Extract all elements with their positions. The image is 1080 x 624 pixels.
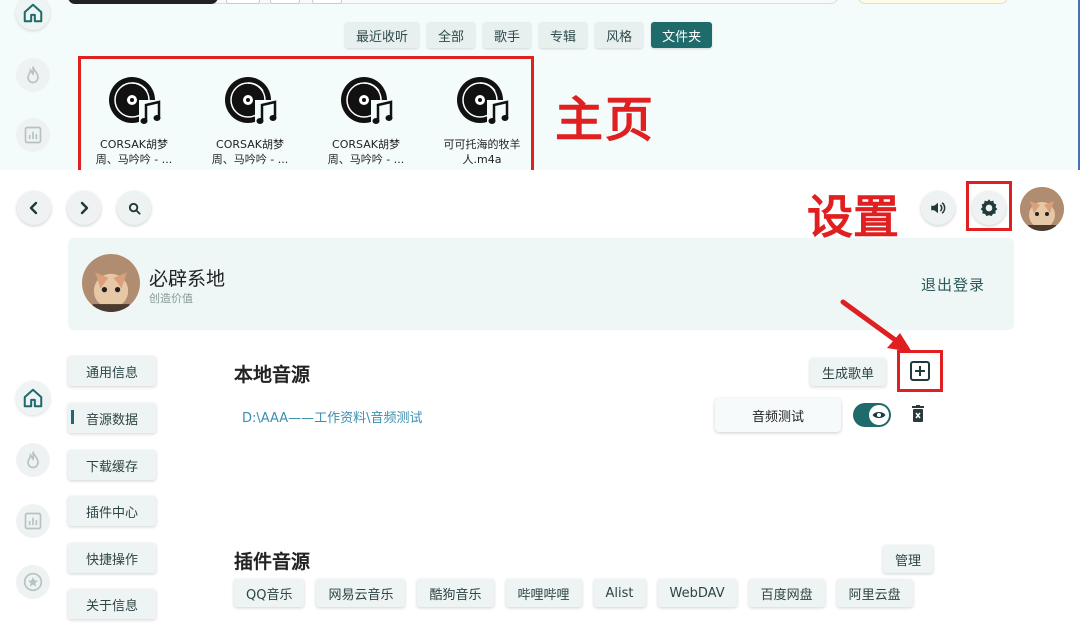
plugin-chip[interactable]: 网易云音乐 [316, 579, 406, 607]
profile-card: 必辟系地 创造价值 退出登录 [68, 238, 1014, 330]
rail-home-button[interactable] [16, 381, 50, 415]
forward-icon [80, 201, 89, 215]
plugin-chip[interactable]: QQ音乐 [234, 579, 305, 607]
hero-chip [312, 0, 342, 4]
gear-icon [980, 199, 998, 217]
star-icon [23, 572, 43, 592]
disc-icon [455, 75, 511, 129]
rail-fire-button[interactable] [16, 58, 50, 92]
filter-album[interactable]: 专辑 [539, 22, 588, 48]
rail-home-button[interactable] [16, 0, 50, 30]
plugin-chip[interactable]: 酷狗音乐 [417, 579, 494, 607]
hero-banner-right [858, 0, 1008, 4]
album-name: CORSAK胡梦 周、马吟吟 - ... [95, 138, 173, 166]
logout-link[interactable]: 退出登录 [921, 274, 985, 295]
plus-icon[interactable] [909, 360, 931, 382]
chart-icon [24, 512, 42, 530]
volume-icon [931, 202, 946, 214]
annotation-home-label: 主页 [555, 92, 656, 148]
plugin-source-title: 插件音源 [234, 551, 311, 573]
user-subtitle: 创造价值 [149, 292, 193, 305]
album-name: 可可托海的牧羊 人.m4a [443, 138, 521, 166]
sidebar-item-download[interactable]: 下载缓存 [68, 450, 156, 480]
disc-icon [339, 75, 395, 129]
home-icon [23, 388, 43, 408]
sidebar-item-general[interactable]: 通用信息 [68, 356, 156, 386]
plugin-chip[interactable]: Alist [593, 579, 646, 607]
album-item[interactable]: 可可托海的牧羊 人.m4a [427, 75, 537, 167]
hero-chip [270, 0, 300, 4]
back-icon [29, 201, 38, 215]
album-item[interactable]: CORSAK胡梦 周、马吟吟 - ... [195, 75, 305, 167]
disc-icon [107, 75, 163, 129]
rail-fire-button[interactable] [16, 443, 50, 477]
manage-plugins-button[interactable]: 管理 [883, 545, 934, 573]
avatar[interactable] [1020, 187, 1064, 231]
avatar [82, 254, 140, 312]
album-item[interactable]: CORSAK胡梦 周、马吟吟 - ... [311, 75, 421, 167]
eye-icon [872, 411, 886, 419]
delete-source-button[interactable] [910, 405, 926, 427]
rail-chart-button[interactable] [16, 504, 50, 538]
sidebar-item-shortcuts[interactable]: 快捷操作 [68, 543, 156, 573]
plugin-chip[interactable]: 哔哩哔哩 [505, 579, 582, 607]
disc-icon [223, 75, 279, 129]
search-icon [128, 202, 141, 215]
filter-all[interactable]: 全部 [427, 22, 476, 48]
album-name: CORSAK胡梦 周、马吟吟 - ... [211, 138, 289, 166]
album-name: CORSAK胡梦 周、马吟吟 - ... [327, 138, 405, 166]
filter-recent[interactable]: 最近收听 [345, 22, 420, 48]
fire-icon [27, 451, 39, 469]
plugin-list: QQ音乐 网易云音乐 酷狗音乐 哔哩哔哩 Alist WebDAV 百度网盘 阿… [234, 579, 913, 607]
hero-banner-dark [68, 0, 218, 4]
forward-button[interactable] [67, 191, 101, 225]
album-item[interactable]: CORSAK胡梦 周、马吟吟 - ... [79, 75, 189, 167]
fire-icon [27, 66, 39, 84]
chart-icon [24, 126, 42, 144]
trash-icon [912, 405, 924, 422]
sidebar-item-sources[interactable]: 音源数据 [68, 403, 156, 433]
home-icon [23, 3, 43, 23]
rail-star-button[interactable] [16, 565, 50, 599]
back-button[interactable] [17, 191, 51, 225]
username: 必辟系地 [149, 268, 226, 290]
hero-chip [226, 0, 260, 4]
home-screenshot-panel: 最近收听 全部 歌手 专辑 风格 文件夹 CORSAK胡梦 周、马吟吟 - ...… [0, 0, 1080, 170]
plugin-chip[interactable]: 百度网盘 [748, 579, 825, 607]
local-source-title: 本地音源 [234, 364, 311, 386]
active-indicator [71, 410, 74, 424]
sidebar-item-about[interactable]: 关于信息 [68, 589, 156, 619]
source-enable-toggle[interactable] [853, 403, 891, 427]
library-filter-tabs: 最近收听 全部 歌手 专辑 风格 文件夹 [345, 22, 713, 48]
sidebar-item-plugins[interactable]: 插件中心 [68, 496, 156, 526]
filter-artist[interactable]: 歌手 [483, 22, 532, 48]
album-grid-highlight: CORSAK胡梦 周、马吟吟 - ... CORSAK胡梦 周、马吟吟 - ... … [78, 56, 534, 170]
filter-genre[interactable]: 风格 [595, 22, 644, 48]
audio-test-button[interactable]: 音频测试 [715, 398, 841, 432]
plugin-chip[interactable]: WebDAV [657, 579, 737, 607]
plugin-chip[interactable]: 阿里云盘 [836, 579, 913, 607]
settings-button[interactable] [972, 191, 1006, 225]
toggle-knob [869, 405, 889, 425]
generate-playlist-button[interactable]: 生成歌单 [810, 358, 887, 386]
search-button[interactable] [117, 191, 151, 225]
add-source-highlight [897, 350, 943, 392]
filter-folder[interactable]: 文件夹 [651, 22, 713, 48]
rail-chart-button[interactable] [16, 118, 50, 152]
local-source-path[interactable]: D:\AAA——工作资料\音频测试 [242, 407, 423, 426]
volume-button[interactable] [921, 191, 955, 225]
